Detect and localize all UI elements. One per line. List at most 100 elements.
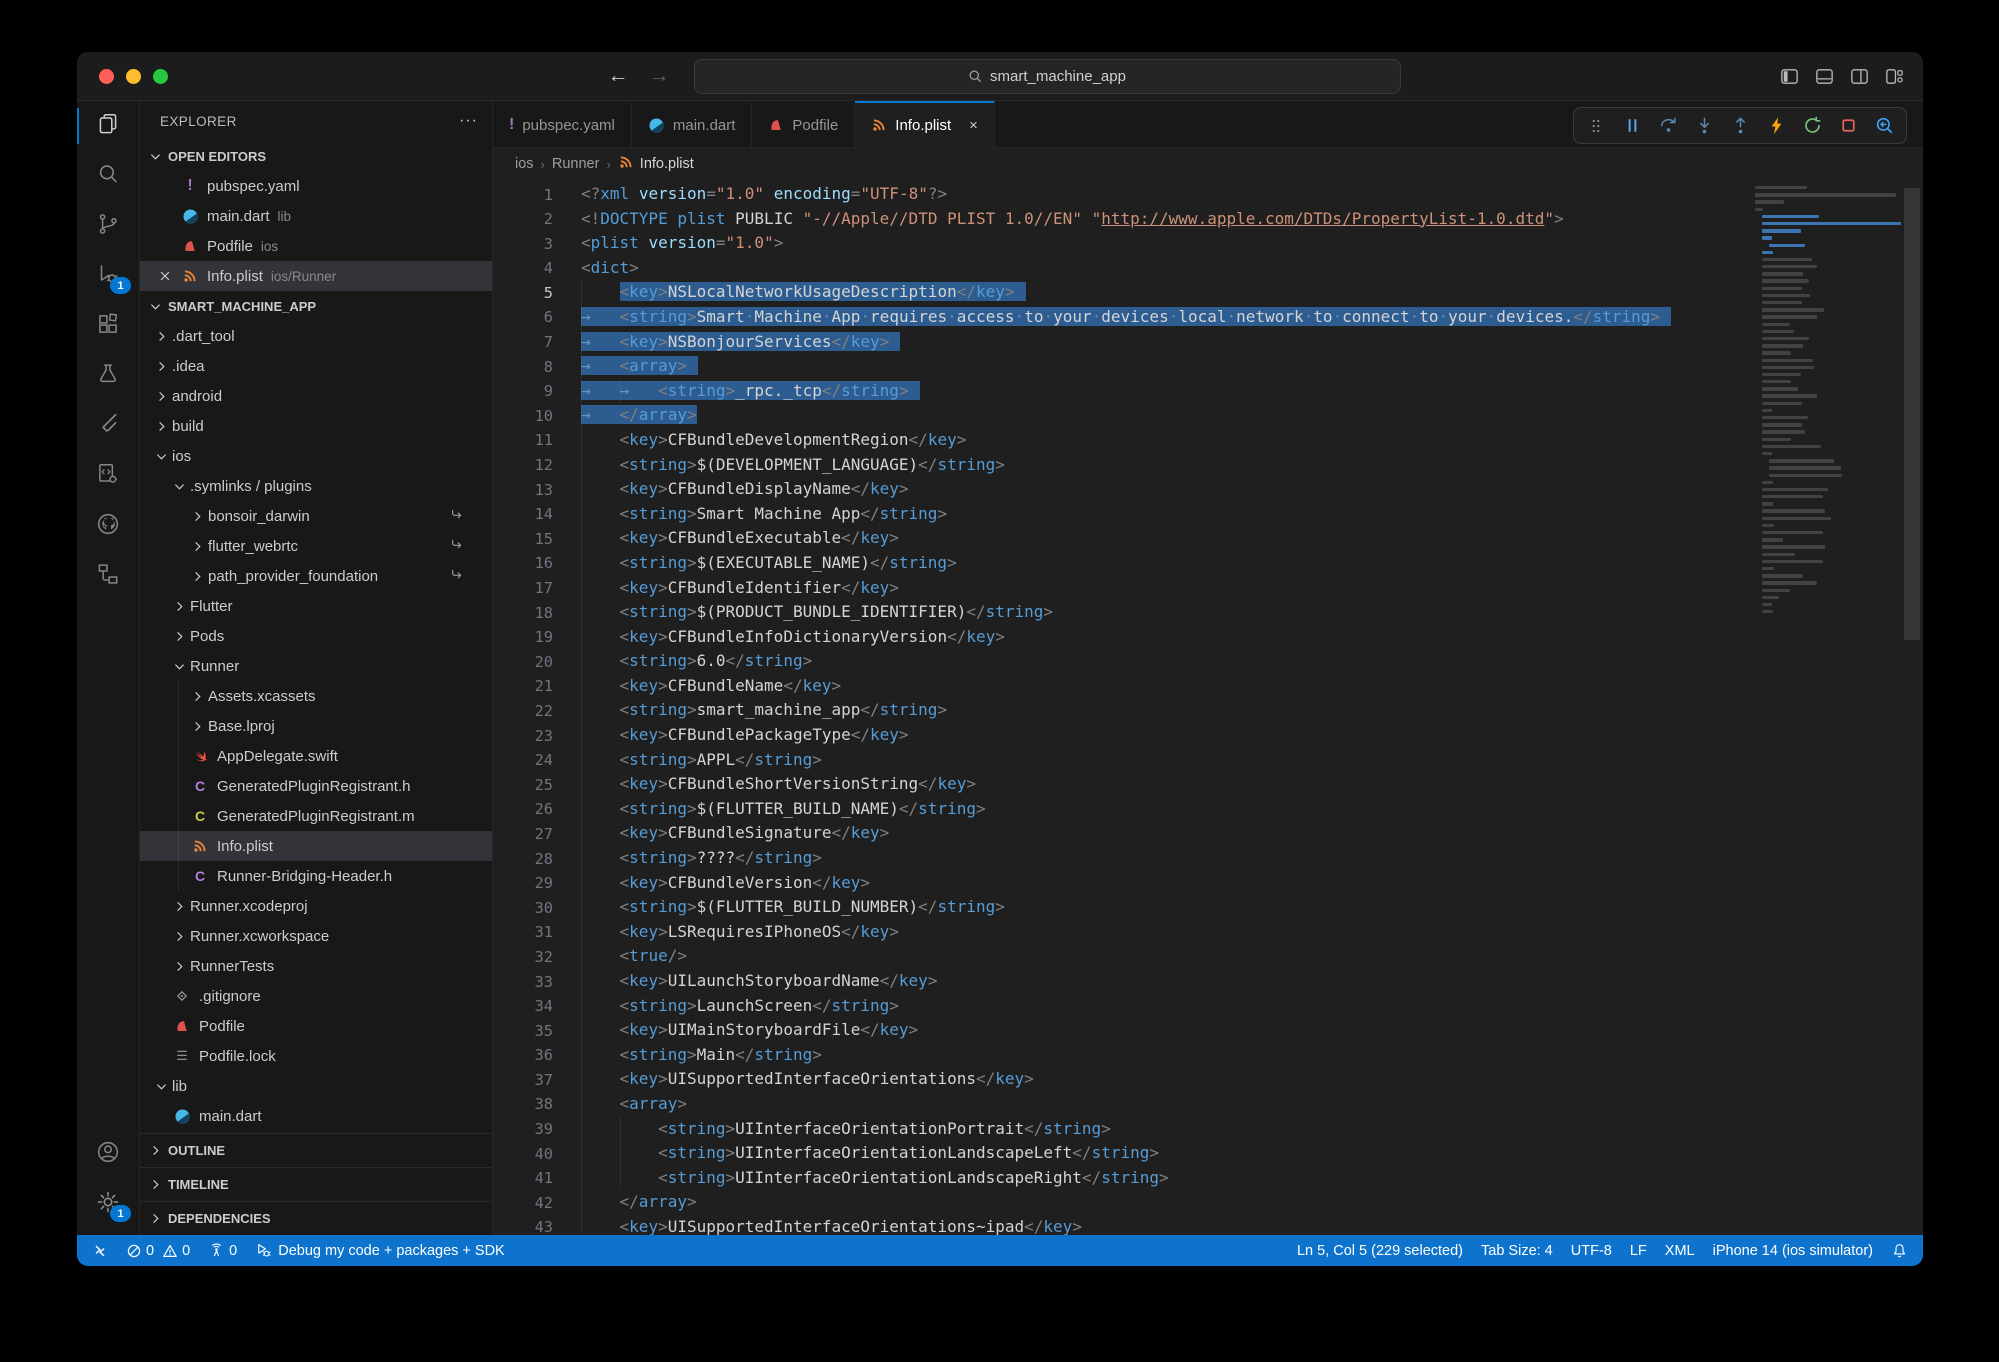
code-line-34[interactable]: 34→<string>LaunchScreen</string> <box>493 994 1751 1019</box>
activity-item-github[interactable] <box>77 501 139 551</box>
restart-button[interactable] <box>1795 111 1829 141</box>
open-editor-pubspec.yaml[interactable]: !pubspec.yaml <box>140 171 492 201</box>
debug-configuration[interactable]: Debug my code + packages + SDK <box>246 1235 514 1266</box>
code-line-31[interactable]: 31→<key>LSRequiresIPhoneOS</key> <box>493 920 1751 945</box>
tree-item-RunnerTests[interactable]: RunnerTests <box>140 951 492 981</box>
minimize-window-button[interactable] <box>126 69 141 84</box>
code-line-22[interactable]: 22→<string>smart_machine_app</string> <box>493 698 1751 723</box>
code-line-2[interactable]: 2<!DOCTYPE plist PUBLIC "-//Apple//DTD P… <box>493 207 1751 232</box>
code-line-28[interactable]: 28→<string>????</string> <box>493 846 1751 871</box>
notifications-bell[interactable] <box>1882 1235 1917 1266</box>
code-lines[interactable]: 1<?xml version="1.0" encoding="UTF-8"?>2… <box>493 182 1751 1235</box>
tree-item-Podfile[interactable]: Podfile <box>140 1011 492 1041</box>
code-line-43[interactable]: 43→<key>UISupportedInterfaceOrientations… <box>493 1215 1751 1235</box>
code-line-11[interactable]: 11→<key>CFBundleDevelopmentRegion</key> <box>493 428 1751 453</box>
tree-item-ios[interactable]: ios <box>140 441 492 471</box>
tree-item-.gitignore[interactable]: .gitignore <box>140 981 492 1011</box>
code-line-23[interactable]: 23→<key>CFBundlePackageType</key> <box>493 723 1751 748</box>
tab-pubspec.yaml[interactable]: !pubspec.yaml <box>493 101 632 147</box>
views-and-more-actions-icon[interactable]: ··· <box>459 112 478 130</box>
tree-item-GeneratedPluginRegistrant.h[interactable]: CGeneratedPluginRegistrant.h <box>140 771 492 801</box>
code-line-24[interactable]: 24→<string>APPL</string> <box>493 748 1751 773</box>
code-line-7[interactable]: 7→<key>NSBonjourServices</key> <box>493 330 1751 355</box>
tree-item-Runner.xcworkspace[interactable]: Runner.xcworkspace <box>140 921 492 951</box>
code-line-25[interactable]: 25→<key>CFBundleShortVersionString</key> <box>493 772 1751 797</box>
open-editor-Info.plist[interactable]: Info.plistios/Runner <box>140 261 492 291</box>
code-line-35[interactable]: 35→<key>UIMainStoryboardFile</key> <box>493 1018 1751 1043</box>
pause-button[interactable] <box>1615 111 1649 141</box>
code-line-26[interactable]: 26→<string>$(FLUTTER_BUILD_NAME)</string… <box>493 797 1751 822</box>
drag-grip-button[interactable] <box>1579 111 1613 141</box>
status-tab-size[interactable]: Tab Size: 4 <box>1472 1235 1562 1266</box>
tree-item-Info.plist[interactable]: Info.plist <box>140 831 492 861</box>
sidebar-section-dependencies[interactable]: DEPENDENCIES <box>140 1201 492 1235</box>
toggle-primary-sidebar-icon[interactable] <box>1779 66 1800 87</box>
code-line-13[interactable]: 13→<key>CFBundleDisplayName</key> <box>493 477 1751 502</box>
code-line-19[interactable]: 19→<key>CFBundleInfoDictionaryVersion</k… <box>493 625 1751 650</box>
activity-item-accounts[interactable] <box>77 1129 139 1179</box>
tree-item-flutter_webrtc[interactable]: flutter_webrtc <box>140 531 492 561</box>
project-section-header[interactable]: SMART_MACHINE_APP <box>140 291 492 321</box>
code-line-18[interactable]: 18→<string>$(PRODUCT_BUNDLE_IDENTIFIER)<… <box>493 600 1751 625</box>
status-cursor-position[interactable]: Ln 5, Col 5 (229 selected) <box>1288 1235 1472 1266</box>
code-line-41[interactable]: 41→→<string>UIInterfaceOrientationLandsc… <box>493 1166 1751 1191</box>
breadcrumb-item-file[interactable]: Info.plist <box>618 154 694 174</box>
code-line-17[interactable]: 17→<key>CFBundleIdentifier</key> <box>493 576 1751 601</box>
activity-item-flutter[interactable] <box>77 401 139 451</box>
code-line-14[interactable]: 14→<string>Smart Machine App</string> <box>493 502 1751 527</box>
code-line-15[interactable]: 15→<key>CFBundleExecutable</key> <box>493 526 1751 551</box>
step-over-button[interactable] <box>1651 111 1685 141</box>
open-editor-Podfile[interactable]: Podfileios <box>140 231 492 261</box>
status-language-mode[interactable]: XML <box>1656 1235 1704 1266</box>
code-line-37[interactable]: 37→<key>UISupportedInterfaceOrientations… <box>493 1067 1751 1092</box>
close-window-button[interactable] <box>99 69 114 84</box>
breadcrumb-item-runner[interactable]: Runner <box>552 156 600 172</box>
tree-item-Base.lproj[interactable]: Base.lproj <box>140 711 492 741</box>
code-line-1[interactable]: 1<?xml version="1.0" encoding="UTF-8"?> <box>493 182 1751 207</box>
scrollbar-thumb[interactable] <box>1904 188 1920 640</box>
tree-item-Podfile.lock[interactable]: ☰Podfile.lock <box>140 1041 492 1071</box>
code-line-32[interactable]: 32→<true/> <box>493 944 1751 969</box>
tree-item-bonsoir_darwin[interactable]: bonsoir_darwin <box>140 501 492 531</box>
tab-main.dart[interactable]: main.dart <box>632 101 753 147</box>
remote-indicator[interactable] <box>83 1235 117 1266</box>
code-line-29[interactable]: 29→<key>CFBundleVersion</key> <box>493 871 1751 896</box>
open-editors-section-header[interactable]: OPEN EDITORS <box>140 141 492 171</box>
open-devtools-button[interactable] <box>1867 111 1901 141</box>
breadcrumb-item-ios[interactable]: ios <box>515 156 534 172</box>
zoom-window-button[interactable] <box>153 69 168 84</box>
tree-item-Assets.xcassets[interactable]: Assets.xcassets <box>140 681 492 711</box>
code-line-6[interactable]: 6→<string>Smart·Machine·App·requires·acc… <box>493 305 1751 330</box>
activity-item-source-control[interactable] <box>77 201 139 251</box>
code-line-10[interactable]: 10→</array> <box>493 403 1751 428</box>
code-line-8[interactable]: 8→<array> <box>493 354 1751 379</box>
code-line-38[interactable]: 38→<array> <box>493 1092 1751 1117</box>
hot-reload-button[interactable] <box>1759 111 1793 141</box>
editor-scrollbar[interactable] <box>1901 180 1923 1235</box>
code-line-9[interactable]: 9→→<string>_rpc._tcp</string> <box>493 379 1751 404</box>
status-device-selector[interactable]: iPhone 14 (ios simulator) <box>1704 1235 1882 1266</box>
tab-Info.plist[interactable]: Info.plist× <box>855 101 995 147</box>
activity-item-run-and-debug[interactable]: 1 <box>77 251 139 301</box>
tree-item-build[interactable]: build <box>140 411 492 441</box>
tree-item-lib[interactable]: lib <box>140 1071 492 1101</box>
toggle-panel-icon[interactable] <box>1814 66 1835 87</box>
tree-item-path_provider_foundation[interactable]: path_provider_foundation <box>140 561 492 591</box>
code-line-33[interactable]: 33→<key>UILaunchStoryboardName</key> <box>493 969 1751 994</box>
toggle-secondary-sidebar-icon[interactable] <box>1849 66 1870 87</box>
activity-item-search[interactable] <box>77 151 139 201</box>
navigate-forward-icon[interactable]: → <box>649 64 670 88</box>
activity-item-explorer[interactable] <box>77 101 139 151</box>
step-into-button[interactable] <box>1687 111 1721 141</box>
code-line-40[interactable]: 40→→<string>UIInterfaceOrientationLandsc… <box>493 1141 1751 1166</box>
code-line-27[interactable]: 27→<key>CFBundleSignature</key> <box>493 821 1751 846</box>
code-line-39[interactable]: 39→→<string>UIInterfaceOrientationPortra… <box>493 1117 1751 1142</box>
tree-item-Pods[interactable]: Pods <box>140 621 492 651</box>
code-line-3[interactable]: 3<plist version="1.0"> <box>493 231 1751 256</box>
code-line-30[interactable]: 30→<string>$(FLUTTER_BUILD_NUMBER)</stri… <box>493 895 1751 920</box>
activity-item-settings[interactable]: 1 <box>77 1179 139 1229</box>
code-line-12[interactable]: 12→<string>$(DEVELOPMENT_LANGUAGE)</stri… <box>493 453 1751 478</box>
activity-item-task-runner[interactable] <box>77 451 139 501</box>
code-line-20[interactable]: 20→<string>6.0</string> <box>493 649 1751 674</box>
command-center-search[interactable]: smart_machine_app <box>694 59 1401 94</box>
